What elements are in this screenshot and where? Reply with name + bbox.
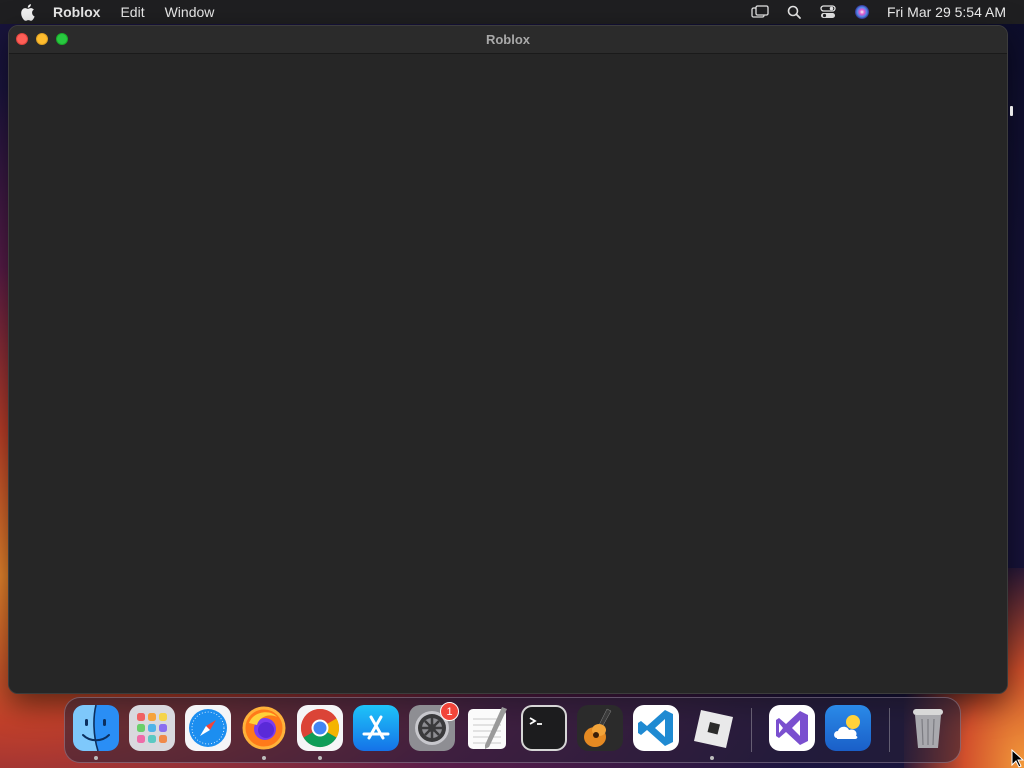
running-indicator [710,756,714,760]
launchpad-icon[interactable] [129,705,175,751]
trash-icon[interactable] [905,705,951,751]
screen-mirroring-icon[interactable] [749,3,771,21]
dock [64,697,961,763]
terminal-icon[interactable] [521,705,567,751]
menu-edit[interactable]: Edit [120,4,144,20]
resize-handle[interactable] [1010,106,1013,116]
roblox-window: Roblox [8,25,1008,694]
visual-studio-icon[interactable] [769,705,815,751]
dock-separator [751,708,752,752]
window-title: Roblox [485,32,531,47]
textedit-icon[interactable] [465,705,511,751]
finder-icon[interactable] [73,705,119,751]
menu-bar-clock[interactable]: Fri Mar 29 5:54 AM [887,4,1006,20]
menu-bar: Roblox Edit Window Fri Mar 29 5:54 AM [0,0,1024,24]
mouse-cursor-icon [1011,749,1024,768]
chrome-icon[interactable] [297,705,343,751]
window-content[interactable] [9,55,1007,693]
search-icon[interactable] [783,3,805,21]
weather-icon[interactable] [825,705,871,751]
close-button[interactable] [16,33,28,45]
app-store-icon[interactable] [353,705,399,751]
zoom-button[interactable] [56,33,68,45]
garageband-icon[interactable] [577,705,623,751]
control-center-icon[interactable] [817,3,839,21]
roblox-icon[interactable] [689,705,735,751]
notification-badge: 1 [440,702,459,721]
minimize-button[interactable] [36,33,48,45]
siri-icon[interactable] [851,3,873,21]
running-indicator [94,756,98,760]
running-indicator [318,756,322,760]
firefox-icon[interactable] [241,705,287,751]
menu-window[interactable]: Window [165,4,215,20]
running-indicator [262,756,266,760]
window-titlebar[interactable]: Roblox [9,26,1007,54]
window-controls [16,33,68,45]
apple-menu-icon[interactable] [19,3,35,21]
vscode-icon[interactable] [633,705,679,751]
menu-app-name[interactable]: Roblox [53,4,100,20]
dock-separator [889,708,890,752]
safari-icon[interactable] [185,705,231,751]
